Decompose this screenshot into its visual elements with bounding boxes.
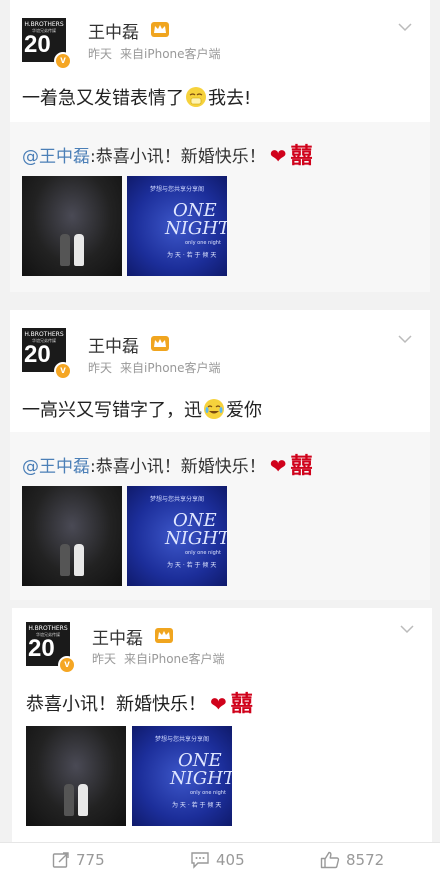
post-text-part: 一高兴又写错字了，迅: [22, 400, 202, 421]
author-name[interactable]: 王中磊: [88, 332, 139, 357]
post-time: 昨天: [88, 361, 113, 375]
photo-word-night: NIGHT: [165, 218, 227, 239]
verified-badge-icon: v: [54, 362, 72, 380]
crown-icon: [151, 336, 169, 351]
repost-block[interactable]: @王中磊:恭喜小讯！新婚快乐！ ❤ 囍 梦想与您共享分享阁 ONE NIGHT on…: [10, 432, 430, 600]
weibo-post-3[interactable]: H.BROTHERS 华谊兄弟传媒 20 v 王中磊 昨天 来自iPhone客户端…: [12, 608, 432, 842]
avatar-number: 20: [24, 31, 51, 58]
photo-thumbnail[interactable]: [22, 486, 122, 586]
photo-thumbnail[interactable]: [22, 176, 122, 276]
repost-icon: [52, 852, 69, 868]
heart-icon: ❤: [210, 692, 227, 716]
like-icon: [320, 851, 340, 869]
figure-groom: [64, 784, 74, 816]
comment-button[interactable]: 405: [190, 843, 245, 878]
comment-icon: [191, 852, 209, 869]
figure-groom: [60, 544, 70, 576]
figure-bride: [78, 784, 88, 816]
post-meta: 昨天 来自iPhone客户端: [88, 359, 229, 376]
post-text-body: 恭喜小讯！新婚快乐！: [26, 694, 206, 715]
photo-thumbnail[interactable]: 梦想与您共享分享阁 ONE NIGHT only one night 为 天 ·…: [127, 176, 227, 276]
post-source: 来自iPhone客户端: [124, 652, 225, 666]
crown-icon: [155, 628, 173, 643]
photo-small-text: only one night: [190, 790, 226, 796]
post-action-bar: 775 405 8572: [0, 842, 440, 878]
avatar-brand-text: H.BROTHERS: [24, 21, 64, 28]
crown-icon: [151, 22, 169, 37]
post-text: 一高兴又写错字了，迅 爱你: [22, 396, 262, 422]
chevron-down-icon[interactable]: [398, 20, 412, 34]
post-text: 恭喜小讯！新婚快乐！ ❤ 囍: [26, 686, 253, 718]
photo-thumbnail[interactable]: 梦想与您共享分享阁 ONE NIGHT only one night 为 天 ·…: [127, 486, 227, 586]
repost-text: @王中磊:恭喜小讯！新婚快乐！ ❤ 囍: [22, 138, 313, 170]
chevron-down-icon[interactable]: [398, 332, 412, 346]
photo-caption: 梦想与您共享分享阁: [149, 496, 204, 503]
post-source: 来自iPhone客户端: [120, 361, 221, 375]
avatar-brand-text: H.BROTHERS: [28, 625, 68, 632]
like-count: 8572: [346, 851, 385, 869]
avatar-number: 20: [28, 635, 55, 662]
post-meta: 昨天 来自iPhone客户端: [88, 45, 229, 62]
weibo-post-2[interactable]: H.BROTHERS 华谊兄弟传媒 20 v 王中磊 昨天 来自iPhone客户端…: [10, 310, 430, 600]
like-button[interactable]: 8572: [320, 843, 384, 878]
photo-word-night: NIGHT: [165, 528, 227, 549]
double-happiness-icon: 囍: [290, 454, 313, 479]
verified-badge-icon: v: [58, 656, 76, 674]
figure-bride: [74, 544, 84, 576]
post-source: 来自iPhone客户端: [120, 47, 221, 61]
crying-laughing-emoji-icon: [204, 399, 224, 419]
comment-count: 405: [216, 851, 245, 869]
photo-small-text: only one night: [185, 550, 221, 556]
photo-thumbnail[interactable]: 梦想与您共享分享阁 ONE NIGHT only one night 为 天 ·…: [132, 726, 232, 826]
author-name[interactable]: 王中磊: [88, 18, 139, 43]
post-text-part: 爱你: [226, 400, 262, 421]
repost-count: 775: [76, 851, 105, 869]
repost-text-body: :恭喜小讯！新婚快乐！: [90, 147, 266, 167]
repost-button[interactable]: 775: [52, 843, 105, 878]
facepalm-emoji-icon: [186, 87, 206, 107]
post-meta: 昨天 来自iPhone客户端: [92, 650, 233, 667]
author-name[interactable]: 王中磊: [92, 624, 143, 649]
post-text-part: 我去!: [208, 88, 252, 109]
photo-foot-text: 为 天 · 若 于 倾 天: [167, 562, 217, 569]
post-time: 昨天: [88, 47, 113, 61]
photo-word-night: NIGHT: [170, 768, 232, 789]
mention-link[interactable]: @王中磊: [22, 147, 90, 167]
mention-link[interactable]: @王中磊: [22, 457, 90, 477]
photo-foot-text: 为 天 · 若 于 倾 天: [172, 802, 222, 809]
post-divider: [0, 600, 440, 608]
photo-caption: 梦想与您共享分享阁: [149, 186, 204, 193]
heart-icon: ❤: [269, 144, 287, 168]
repost-text-body: :恭喜小讯！新婚快乐！: [90, 457, 266, 477]
chevron-down-icon[interactable]: [400, 622, 414, 636]
double-happiness-icon: 囍: [230, 692, 253, 717]
post-text-part: 一着急又发错表情了: [22, 88, 184, 109]
repost-text: @王中磊:恭喜小讯！新婚快乐！ ❤ 囍: [22, 448, 313, 480]
post-text: 一着急又发错表情了 我去!: [22, 84, 251, 110]
weibo-post-1[interactable]: H.BROTHERS 华谊兄弟传媒 20 v 王中磊 昨天 来自iPhone客户端…: [10, 0, 430, 292]
verified-badge-icon: v: [54, 52, 72, 70]
photo-foot-text: 为 天 · 若 于 倾 天: [167, 252, 217, 259]
post-time: 昨天: [92, 652, 117, 666]
photo-small-text: only one night: [185, 240, 221, 246]
repost-block[interactable]: @王中磊:恭喜小讯！新婚快乐！ ❤ 囍 梦想与您共享分享阁 ONE NIGHT on…: [10, 122, 430, 292]
heart-icon: ❤: [269, 454, 287, 478]
photo-thumbnail[interactable]: [26, 726, 126, 826]
avatar-brand-text: H.BROTHERS: [24, 331, 64, 338]
avatar-number: 20: [24, 341, 51, 368]
post-divider: [0, 292, 440, 310]
figure-groom: [60, 234, 70, 266]
figure-bride: [74, 234, 84, 266]
photo-caption: 梦想与您共享分享阁: [154, 736, 209, 743]
double-happiness-icon: 囍: [290, 144, 313, 169]
